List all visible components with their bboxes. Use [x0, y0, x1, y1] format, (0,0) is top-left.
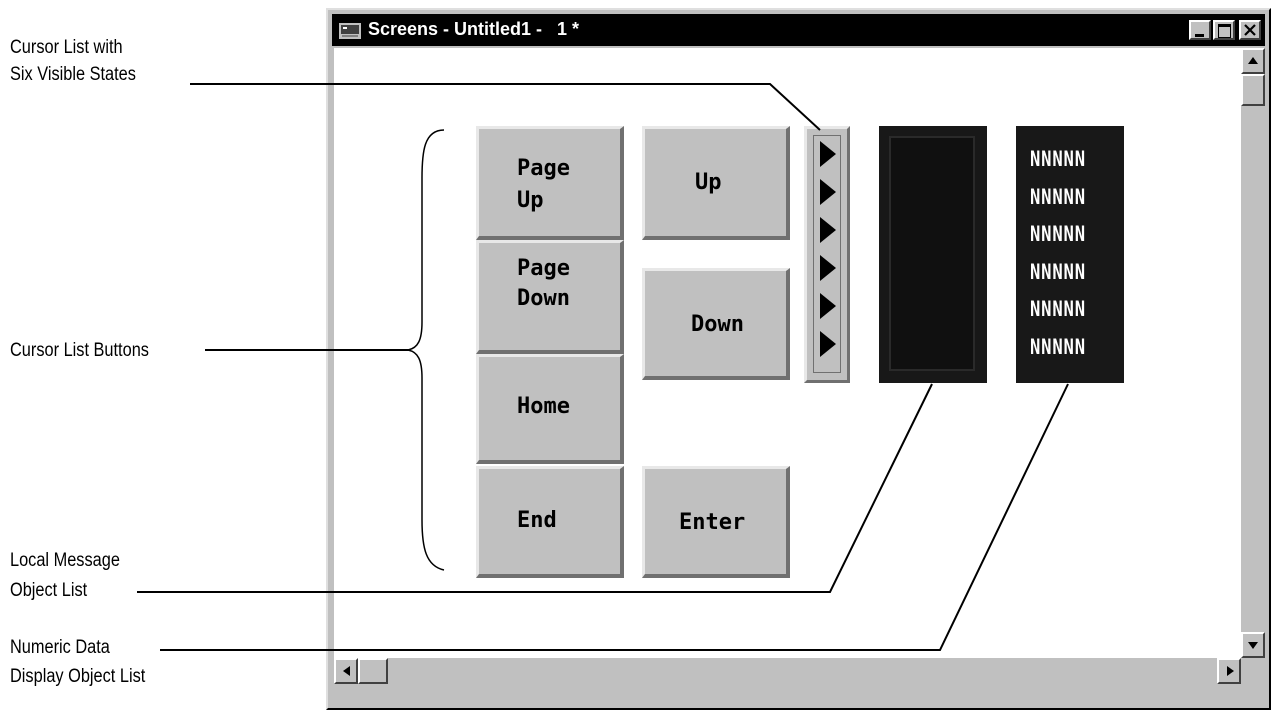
callout-leader-lines	[137, 83, 1069, 651]
leader-line-cursor-list	[190, 83, 821, 131]
leader-line-numeric-data	[160, 383, 1069, 651]
button-group-brace	[407, 129, 445, 571]
leader-line-local-message	[137, 383, 933, 593]
